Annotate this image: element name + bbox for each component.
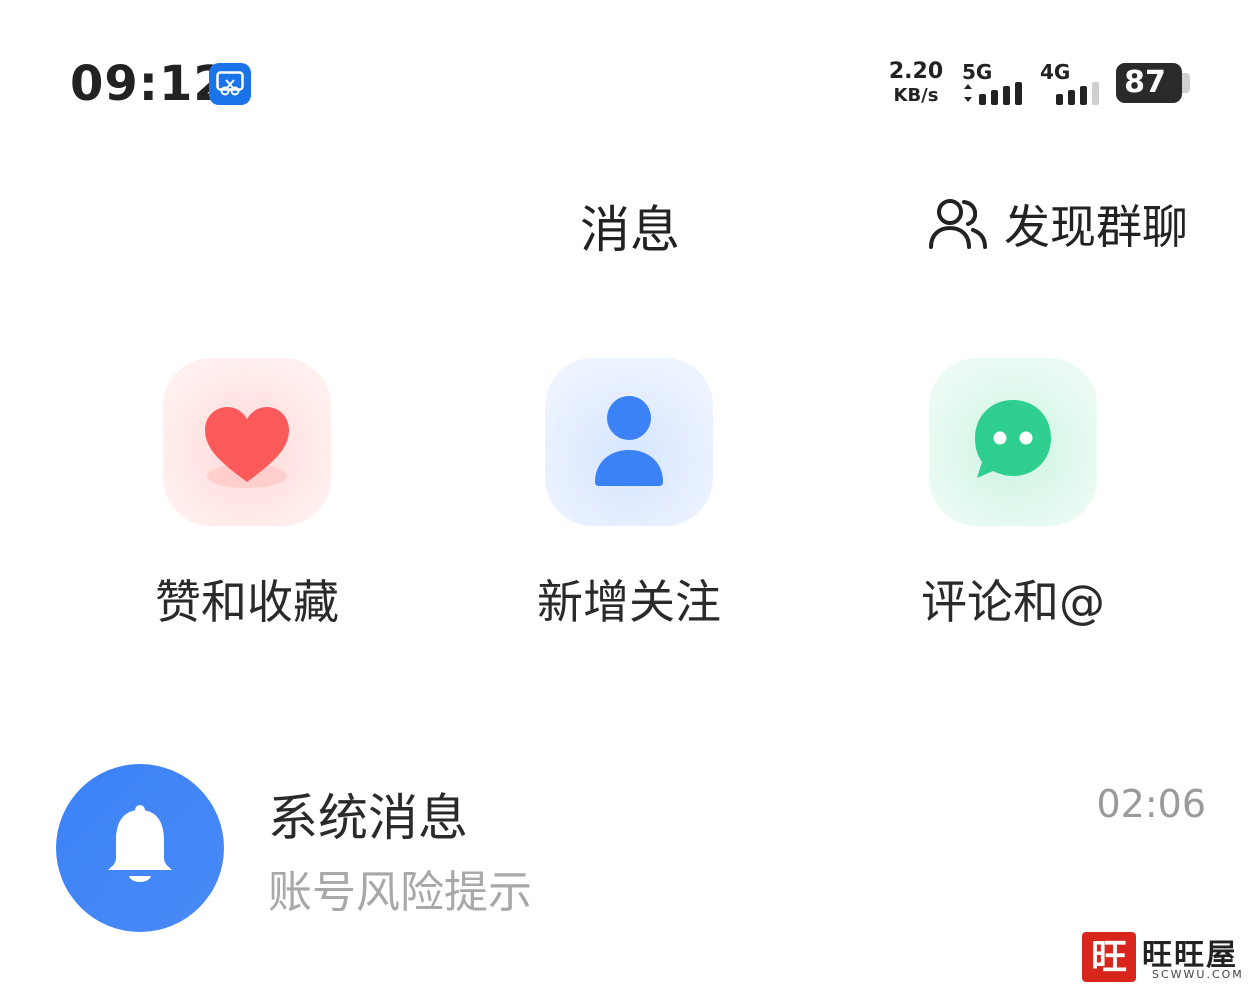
comments-label: 评论和@ <box>921 575 1105 629</box>
battery-icon: 87 <box>1116 63 1182 103</box>
person-icon <box>595 396 663 486</box>
likes-and-favorites-entry[interactable]: 赞和收藏 <box>125 358 365 629</box>
discover-group-chat-label: 发现群聊 <box>1004 200 1188 254</box>
system-message-preview: 账号风险提示 <box>268 867 532 918</box>
comments-and-mentions-entry[interactable]: 评论和@ <box>891 358 1131 629</box>
follow-tile <box>545 358 713 526</box>
status-time: 09:12 <box>70 56 228 112</box>
network-speed-unit: KB/s <box>893 85 939 106</box>
comments-tile <box>929 358 1097 526</box>
watermark-seal: 旺 <box>1082 932 1136 982</box>
discover-group-chat-button[interactable]: 发现群聊 <box>926 192 1188 256</box>
screen-recorder-icon <box>209 63 251 105</box>
bell-icon <box>108 805 172 882</box>
system-message-time: 02:06 <box>1096 782 1206 826</box>
signal-4g-label: 4G <box>1040 60 1071 84</box>
group-users-icon <box>926 192 990 256</box>
chat-bubble-icon <box>975 400 1051 478</box>
system-message-title: 系统消息 <box>268 789 468 847</box>
signal-4g-icon: 4G <box>1040 60 1106 106</box>
network-speed: 2.20 KB/s <box>886 60 946 108</box>
battery-tip <box>1182 73 1190 93</box>
watermark-subtext: SCWWU.COM <box>1152 968 1244 981</box>
likes-tile <box>163 358 331 526</box>
status-bar: 09:12 2.20 KB/s 5G 4G 87 <box>0 0 1260 150</box>
signal-5g-icon: 5G <box>962 60 1030 106</box>
system-message-avatar <box>56 764 224 932</box>
new-followers-label: 新增关注 <box>537 575 721 629</box>
battery-level: 87 <box>1124 65 1166 100</box>
system-message-row[interactable]: 系统消息 账号风险提示 02:06 <box>56 764 1206 934</box>
heart-icon <box>205 407 289 488</box>
watermark-logo: 旺 旺旺屋 SCWWU.COM <box>1082 928 1260 985</box>
network-speed-value: 2.20 <box>888 59 944 84</box>
new-followers-entry[interactable]: 新增关注 <box>507 358 747 629</box>
likes-label: 赞和收藏 <box>155 575 339 629</box>
signal-5g-label: 5G <box>962 60 993 84</box>
